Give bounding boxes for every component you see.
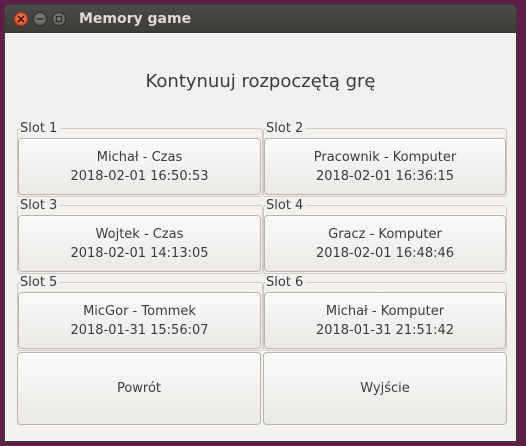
page-heading: Kontynuuj rozpoczętą grę xyxy=(145,71,376,92)
slot-4-date: 2018-02-01 16:48:46 xyxy=(315,245,455,261)
slot-5-button[interactable]: MicGor - Tommek 2018-01-31 15:56:07 xyxy=(18,292,261,349)
maximize-icon xyxy=(55,15,63,23)
slot-4-button[interactable]: Gracz - Komputer 2018-02-01 16:48:46 xyxy=(264,215,506,272)
slot-3-label: Slot 3 xyxy=(20,198,61,213)
title-bar: Memory game xyxy=(5,5,516,33)
slot-5-label: Slot 5 xyxy=(20,275,61,290)
close-window-button[interactable] xyxy=(14,12,28,26)
slot-4-label: Slot 4 xyxy=(266,198,307,213)
minimize-window-button[interactable] xyxy=(33,12,47,26)
slot-6-button[interactable]: Michał - Komputer 2018-01-31 21:51:42 xyxy=(264,292,506,349)
app-window: Memory game Kontynuuj rozpoczętą grę Slo… xyxy=(5,5,516,441)
slot-2-button[interactable]: Pracownik - Komputer 2018-02-01 16:36:15 xyxy=(264,138,506,195)
maximize-window-button[interactable] xyxy=(52,12,66,26)
slot-2-date: 2018-02-01 16:36:15 xyxy=(315,168,455,184)
minimize-icon xyxy=(36,18,44,20)
slot-3-players: Wojtek - Czas xyxy=(95,226,184,242)
back-button[interactable]: Powrót xyxy=(17,352,261,425)
slot-1-button[interactable]: Michał - Czas 2018-02-01 16:50:53 xyxy=(18,138,261,195)
slot-2-players: Pracownik - Komputer xyxy=(313,149,457,165)
slot-4-players: Gracz - Komputer xyxy=(328,226,442,242)
slot-1-label: Slot 1 xyxy=(20,121,61,136)
slot-5-players: MicGor - Tommek xyxy=(83,303,196,319)
slot-1-date: 2018-02-01 16:50:53 xyxy=(70,168,209,184)
slot-6-players: Michał - Komputer xyxy=(325,303,445,319)
slot-3-date: 2018-02-01 14:13:05 xyxy=(70,245,209,261)
slot-2-label: Slot 2 xyxy=(266,121,307,136)
slot-5-date: 2018-01-31 15:56:07 xyxy=(70,322,209,338)
slot-3-button[interactable]: Wojtek - Czas 2018-02-01 14:13:05 xyxy=(18,215,261,272)
close-icon xyxy=(17,15,25,23)
exit-button-label: Wyjście xyxy=(360,381,410,396)
back-button-label: Powrót xyxy=(116,381,162,396)
window-title: Memory game xyxy=(79,11,192,27)
exit-button[interactable]: Wyjście xyxy=(263,352,507,425)
slot-6-date: 2018-01-31 21:51:42 xyxy=(315,322,455,338)
slot-1-players: Michał - Czas xyxy=(96,149,183,165)
slot-6-label: Slot 6 xyxy=(266,275,307,290)
